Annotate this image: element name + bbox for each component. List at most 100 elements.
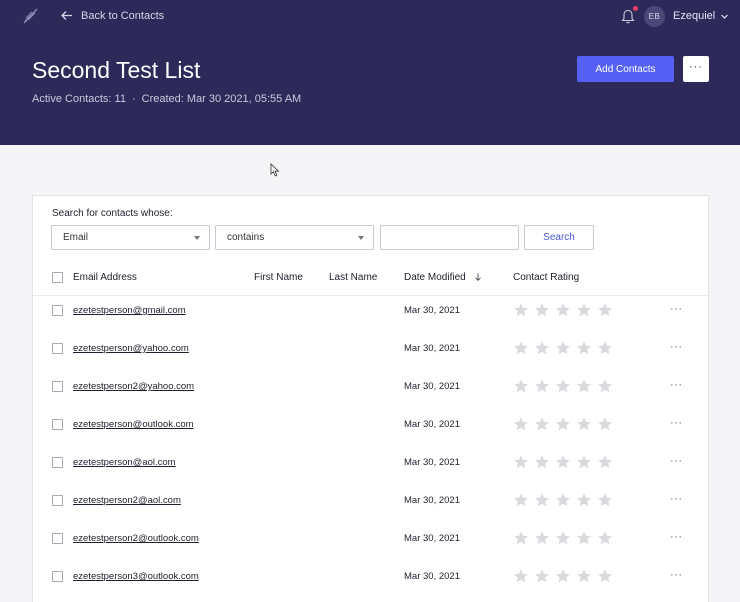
column-header-last-name[interactable]: Last Name xyxy=(329,272,377,283)
contact-rating[interactable] xyxy=(513,416,613,432)
row-actions-button[interactable]: ··· xyxy=(670,379,683,391)
row-checkbox[interactable] xyxy=(52,495,63,506)
row-actions-button[interactable]: ··· xyxy=(670,417,683,429)
row-checkbox[interactable] xyxy=(52,533,63,544)
contact-rating[interactable] xyxy=(513,378,613,394)
star-icon[interactable] xyxy=(534,530,550,546)
row-actions-button[interactable]: ··· xyxy=(670,531,683,543)
column-header-date-modified-wrap[interactable]: Date Modified xyxy=(404,272,482,283)
contact-email-link[interactable]: ezetestperson2@outlook.com xyxy=(73,533,199,544)
star-icon[interactable] xyxy=(597,416,613,432)
star-icon[interactable] xyxy=(597,492,613,508)
star-icon[interactable] xyxy=(513,340,529,356)
active-contacts-count: Active Contacts: 11 xyxy=(32,93,126,105)
row-checkbox[interactable] xyxy=(52,571,63,582)
star-icon[interactable] xyxy=(513,530,529,546)
row-checkbox[interactable] xyxy=(52,305,63,316)
star-icon[interactable] xyxy=(597,302,613,318)
star-icon[interactable] xyxy=(534,568,550,584)
date-modified: Mar 30, 2021 xyxy=(404,533,460,544)
contact-rating[interactable] xyxy=(513,492,613,508)
row-actions-button[interactable]: ··· xyxy=(670,341,683,353)
star-icon[interactable] xyxy=(555,568,571,584)
star-icon[interactable] xyxy=(597,340,613,356)
row-checkbox[interactable] xyxy=(52,419,63,430)
contact-rating[interactable] xyxy=(513,568,613,584)
contact-rating[interactable] xyxy=(513,340,613,356)
row-checkbox[interactable] xyxy=(52,457,63,468)
contact-email-link[interactable]: ezetestperson2@aol.com xyxy=(73,495,181,506)
operator-select[interactable]: contains xyxy=(215,225,374,250)
user-menu[interactable]: Ezequiel xyxy=(673,10,729,22)
row-checkbox[interactable] xyxy=(52,343,63,354)
search-button[interactable]: Search xyxy=(524,225,594,250)
feather-logo-icon[interactable] xyxy=(22,7,40,25)
star-icon[interactable] xyxy=(597,454,613,470)
contact-email-link[interactable]: ezetestperson@aol.com xyxy=(73,457,176,468)
star-icon[interactable] xyxy=(555,492,571,508)
star-icon[interactable] xyxy=(534,492,550,508)
more-options-icon: ··· xyxy=(689,60,703,73)
star-icon[interactable] xyxy=(513,302,529,318)
contact-rating[interactable] xyxy=(513,530,613,546)
row-actions-button[interactable]: ··· xyxy=(670,569,683,581)
star-icon[interactable] xyxy=(555,530,571,546)
operator-select-value: contains xyxy=(227,232,265,243)
star-icon[interactable] xyxy=(597,530,613,546)
star-icon[interactable] xyxy=(576,492,592,508)
contact-email-link[interactable]: ezetestperson2@yahoo.com xyxy=(73,381,194,392)
star-icon[interactable] xyxy=(597,378,613,394)
field-select-value: Email xyxy=(63,232,89,243)
row-actions-button[interactable]: ··· xyxy=(670,455,683,467)
search-label: Search for contacts whose: xyxy=(52,208,173,219)
star-icon[interactable] xyxy=(576,416,592,432)
contact-rating[interactable] xyxy=(513,454,613,470)
star-icon[interactable] xyxy=(513,492,529,508)
created-date: Created: Mar 30 2021, 05:55 AM xyxy=(141,93,302,105)
star-icon[interactable] xyxy=(555,378,571,394)
star-icon[interactable] xyxy=(576,378,592,394)
star-icon[interactable] xyxy=(576,302,592,318)
star-icon[interactable] xyxy=(513,378,529,394)
add-contacts-button[interactable]: Add Contacts xyxy=(577,56,674,82)
search-input[interactable] xyxy=(380,225,519,250)
table-row: ezetestperson@aol.com Mar 30, 2021 ··· xyxy=(33,446,708,484)
star-icon[interactable] xyxy=(555,416,571,432)
star-icon[interactable] xyxy=(555,340,571,356)
row-actions-button[interactable]: ··· xyxy=(670,493,683,505)
notification-bell-icon[interactable] xyxy=(621,9,635,24)
contact-rating[interactable] xyxy=(513,302,613,318)
star-icon[interactable] xyxy=(576,568,592,584)
star-icon[interactable] xyxy=(576,530,592,546)
star-icon[interactable] xyxy=(576,340,592,356)
more-options-button[interactable]: ··· xyxy=(683,56,709,82)
star-icon[interactable] xyxy=(513,454,529,470)
contact-email-link[interactable]: ezetestperson@yahoo.com xyxy=(73,343,189,354)
select-all-checkbox[interactable] xyxy=(52,272,63,283)
star-icon[interactable] xyxy=(513,568,529,584)
avatar[interactable]: EB xyxy=(644,6,665,27)
star-icon[interactable] xyxy=(513,416,529,432)
star-icon[interactable] xyxy=(555,302,571,318)
table-row: ezetestperson2@outlook.com Mar 30, 2021 ··… xyxy=(33,522,708,560)
star-icon[interactable] xyxy=(534,416,550,432)
star-icon[interactable] xyxy=(534,340,550,356)
meta-separator: · xyxy=(131,93,136,105)
contact-email-link[interactable]: ezetestperson3@outlook.com xyxy=(73,571,199,582)
contact-email-link[interactable]: ezetestperson@outlook.com xyxy=(73,419,194,430)
contact-email-link[interactable]: ezetestperson@gmail.com xyxy=(73,305,186,316)
star-icon[interactable] xyxy=(534,378,550,394)
row-actions-button[interactable]: ··· xyxy=(670,303,683,315)
star-icon[interactable] xyxy=(534,302,550,318)
field-select[interactable]: Email xyxy=(51,225,210,250)
star-icon[interactable] xyxy=(555,454,571,470)
caret-down-icon xyxy=(194,236,200,240)
column-header-first-name[interactable]: First Name xyxy=(254,272,303,283)
star-icon[interactable] xyxy=(534,454,550,470)
star-icon[interactable] xyxy=(576,454,592,470)
column-header-email[interactable]: Email Address xyxy=(73,272,137,283)
row-checkbox[interactable] xyxy=(52,381,63,392)
back-to-contacts-link[interactable]: Back to Contacts xyxy=(60,9,164,22)
sort-descending-icon xyxy=(475,273,482,282)
star-icon[interactable] xyxy=(597,568,613,584)
